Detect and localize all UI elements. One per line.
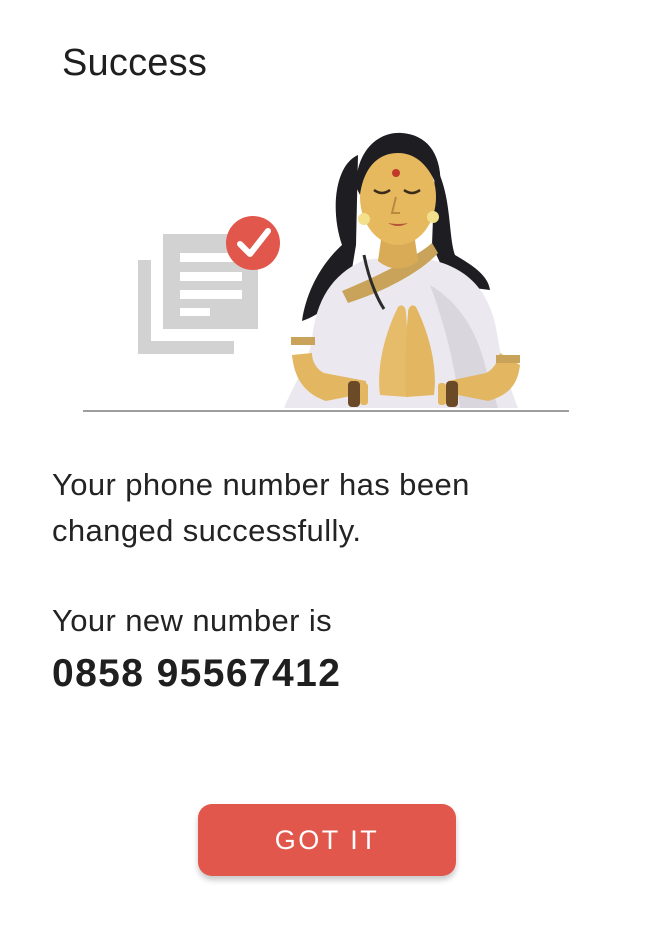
dialog-title: Success [62, 42, 208, 84]
new-number-label: Your new number is [52, 603, 333, 638]
check-badge-icon [226, 216, 280, 270]
new-phone-number: 0858 95567412 [52, 652, 342, 695]
success-message: Your phone number has been changed succe… [52, 467, 470, 548]
success-dialog: Success Your phone number has been chang… [0, 0, 654, 942]
success-illustration [83, 132, 569, 412]
got-it-button[interactable]: GOT IT [198, 804, 456, 876]
woman-namaste-illustration [284, 132, 520, 408]
